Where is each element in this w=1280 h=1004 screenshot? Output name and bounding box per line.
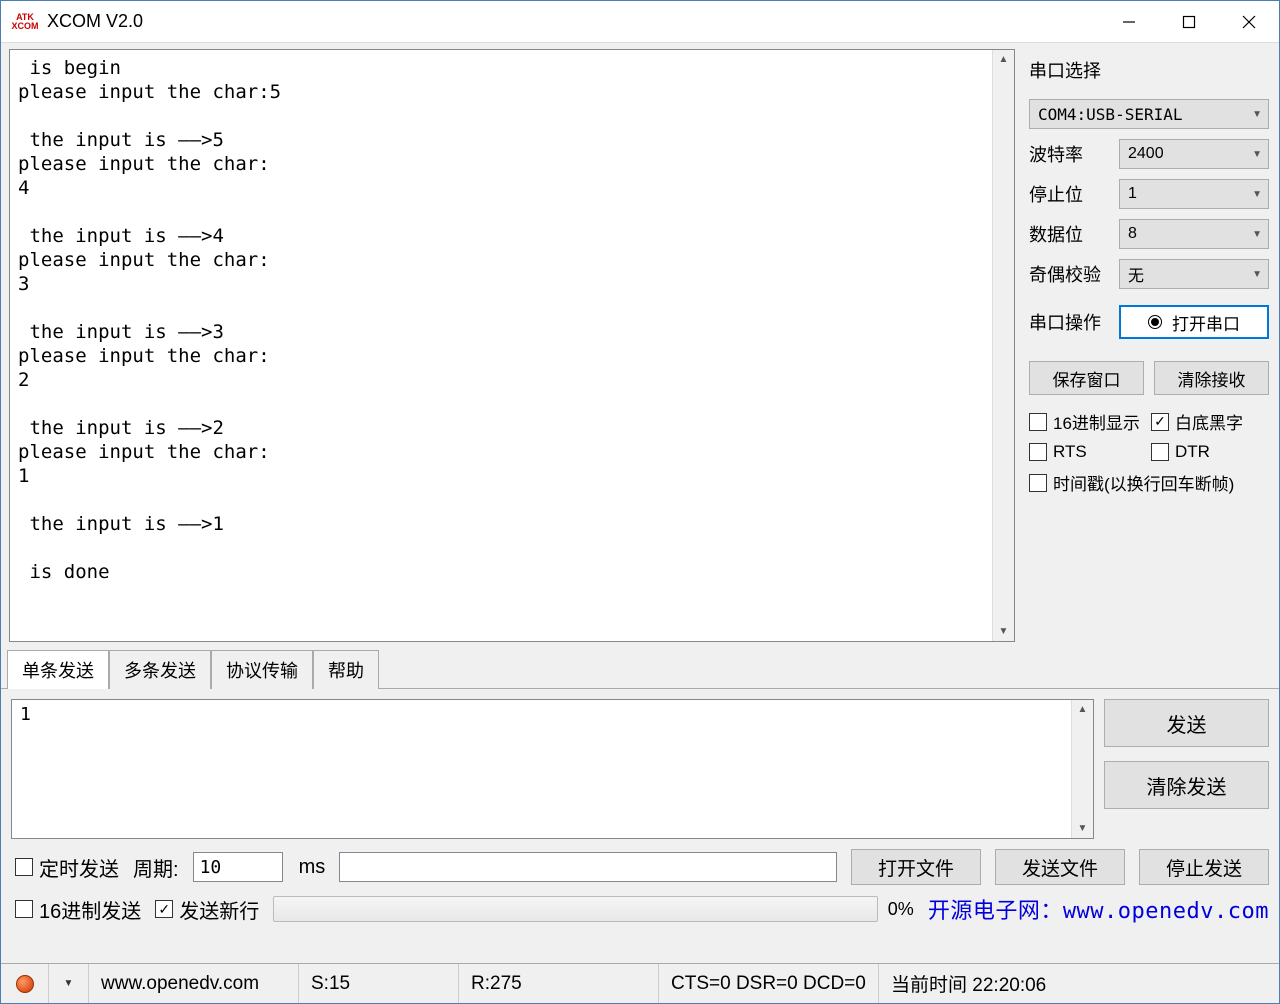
databits-select[interactable]: 8▼ (1119, 219, 1269, 249)
chevron-down-icon: ▼ (1252, 149, 1262, 160)
port-select[interactable]: COM4:USB-SERIAL ▼ (1029, 99, 1269, 129)
app-logo: ATKXCOM (9, 8, 41, 36)
portop-label: 串口操作 (1029, 309, 1109, 335)
serial-settings-panel: 串口选择 COM4:USB-SERIAL ▼ 波特率 2400▼ 停止位 1▼ 数据位… (1019, 43, 1279, 648)
period-input[interactable] (193, 852, 283, 882)
baud-label: 波特率 (1029, 141, 1109, 167)
parity-label: 奇偶校验 (1029, 261, 1109, 287)
tab-single-send[interactable]: 单条发送 (7, 650, 109, 689)
receive-area: is begin please input the char:5 the inp… (9, 49, 1015, 642)
chevron-down-icon: ▼ (1252, 189, 1262, 200)
stopbits-select[interactable]: 1▼ (1119, 179, 1269, 209)
scroll-down-icon: ▼ (1078, 823, 1088, 834)
status-sent: S:15 (299, 964, 459, 1003)
file-path-input[interactable] (339, 852, 837, 882)
tab-protocol[interactable]: 协议传输 (211, 650, 313, 689)
send-newline-checkbox[interactable]: ✓ (155, 900, 173, 918)
port-select-value: COM4:USB-SERIAL (1038, 105, 1183, 124)
maximize-button[interactable] (1159, 1, 1219, 42)
scroll-up-icon: ▲ (1078, 704, 1088, 715)
tab-help[interactable]: 帮助 (313, 650, 379, 689)
status-time: 当前时间 22:20:06 (879, 964, 1279, 1003)
open-file-button[interactable]: 打开文件 (851, 849, 981, 885)
titlebar: ATKXCOM XCOM V2.0 (1, 1, 1279, 43)
parity-select[interactable]: 无▼ (1119, 259, 1269, 289)
rts-checkbox[interactable] (1029, 443, 1047, 461)
chevron-down-icon: ▼ (1252, 269, 1262, 280)
window-controls (1099, 1, 1279, 42)
dtr-checkbox[interactable] (1151, 443, 1169, 461)
save-window-button[interactable]: 保存窗口 (1029, 361, 1144, 395)
send-textarea[interactable]: 1 (11, 699, 1094, 839)
chevron-down-icon: ▼ (1252, 109, 1262, 120)
website-link[interactable]: 开源电子网：www.openedv.com (928, 893, 1269, 925)
port-status-icon (1148, 315, 1162, 329)
clear-receive-button[interactable]: 清除接收 (1154, 361, 1269, 395)
blackwhite-checkbox[interactable]: ✓ (1151, 413, 1169, 431)
send-file-button[interactable]: 发送文件 (995, 849, 1125, 885)
receive-textarea[interactable]: is begin please input the char:5 the inp… (9, 49, 1015, 642)
chevron-down-icon: ▼ (1252, 229, 1262, 240)
receive-scrollbar[interactable]: ▲▼ (992, 50, 1014, 641)
hex-display-checkbox[interactable] (1029, 413, 1047, 431)
panel-title: 串口选择 (1029, 57, 1269, 83)
scroll-up-icon: ▲ (999, 54, 1009, 65)
status-received: R:275 (459, 964, 659, 1003)
databits-label: 数据位 (1029, 221, 1109, 247)
period-label: 周期: (133, 853, 179, 882)
window-title: XCOM V2.0 (47, 11, 1099, 32)
timestamp-checkbox[interactable] (1029, 474, 1047, 492)
status-signals: CTS=0 DSR=0 DCD=0 (659, 964, 879, 1003)
scroll-down-icon: ▼ (999, 626, 1009, 637)
close-button[interactable] (1219, 1, 1279, 42)
stopbits-label: 停止位 (1029, 181, 1109, 207)
stop-send-button[interactable]: 停止发送 (1139, 849, 1269, 885)
send-area: 1 ▲▼ 发送 清除发送 (1, 689, 1279, 839)
minimize-button[interactable] (1099, 1, 1159, 42)
open-port-button[interactable]: 打开串口 (1119, 305, 1269, 339)
options-row-1: 定时发送 周期: ms 打开文件 发送文件 停止发送 (1, 839, 1279, 889)
tab-multi-send[interactable]: 多条发送 (109, 650, 211, 689)
period-unit: ms (299, 856, 326, 879)
hex-send-checkbox[interactable] (15, 900, 33, 918)
app-window: ATKXCOM XCOM V2.0 is begin please input … (0, 0, 1280, 1004)
upper-pane: is begin please input the char:5 the inp… (1, 43, 1279, 648)
record-icon[interactable] (16, 975, 34, 993)
status-bar: ▼ www.openedv.com S:15 R:275 CTS=0 DSR=0… (1, 963, 1279, 1003)
progress-percent: 0% (888, 899, 914, 920)
clear-send-button[interactable]: 清除发送 (1104, 761, 1269, 809)
timed-send-checkbox[interactable] (15, 858, 33, 876)
baud-select[interactable]: 2400▼ (1119, 139, 1269, 169)
send-tabs: 单条发送 多条发送 协议传输 帮助 (1, 650, 1279, 689)
options-row-2: 16进制发送 ✓发送新行 0% 开源电子网：www.openedv.com (1, 889, 1279, 935)
send-button[interactable]: 发送 (1104, 699, 1269, 747)
display-options: 16进制显示 ✓白底黑字 RTS DTR 时间戳(以换行回车断帧) (1029, 409, 1269, 495)
progress-bar (273, 896, 878, 922)
dropdown-icon[interactable]: ▼ (64, 978, 74, 989)
status-url[interactable]: www.openedv.com (89, 964, 299, 1003)
send-scrollbar[interactable]: ▲▼ (1071, 700, 1093, 838)
